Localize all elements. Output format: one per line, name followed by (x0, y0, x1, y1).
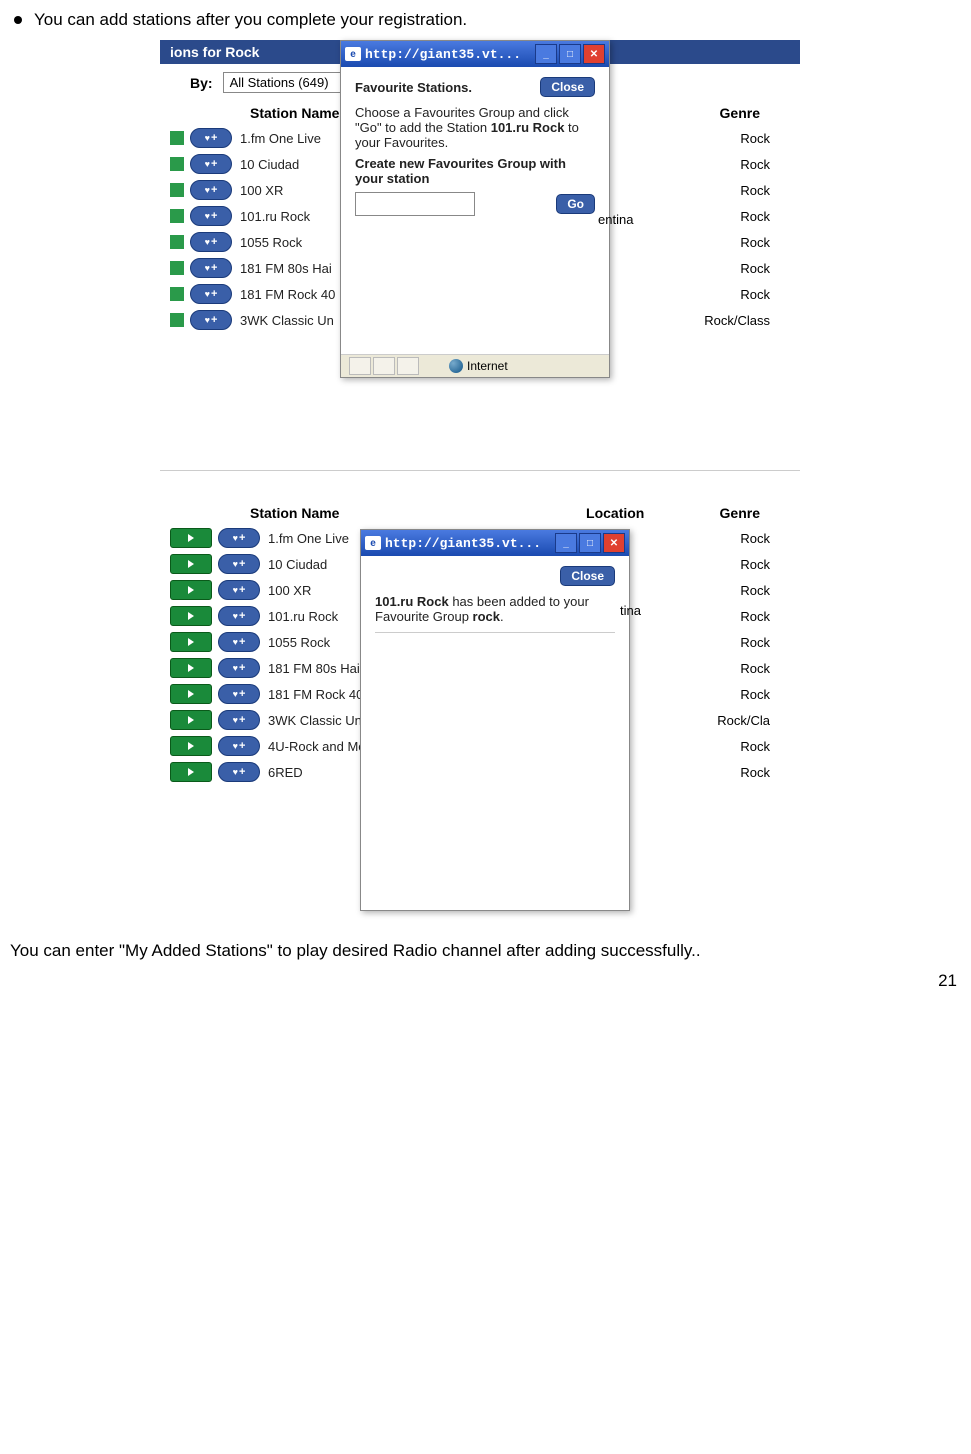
station-genre: Rock (740, 687, 770, 702)
status-indicator-icon (170, 131, 184, 145)
station-genre: Rock/Cla (717, 713, 770, 728)
favourites-popup: e http://giant35.vt... _ □ ✕ Favourite S… (340, 40, 610, 378)
play-button[interactable] (170, 554, 212, 574)
add-favourite-button[interactable] (218, 658, 260, 678)
play-button[interactable] (170, 528, 212, 548)
ie-icon: e (345, 47, 361, 61)
popup-create-group-label: Create new Favourites Group with your st… (355, 156, 595, 186)
popup-close-button[interactable]: Close (540, 77, 595, 97)
status-indicator-icon (170, 261, 184, 275)
station-genre: Rock (740, 531, 770, 546)
column-headers-2: Station Name Location Genre (160, 501, 800, 525)
station-genre: Rock (740, 609, 770, 624)
add-favourite-button[interactable] (218, 606, 260, 626)
add-favourite-button[interactable] (190, 206, 232, 226)
popup-body: Favourite Stations. Close Choose a Favou… (341, 67, 609, 354)
station-genre: Rock (740, 157, 770, 172)
page-number: 21 (938, 971, 957, 991)
popup-text-line: your Favourites. (355, 135, 595, 150)
popup-titlebar[interactable]: e http://giant35.vt... _ □ ✕ (341, 41, 609, 67)
status-indicator-icon (170, 287, 184, 301)
ie-icon: e (365, 536, 381, 550)
add-favourite-button[interactable] (190, 258, 232, 278)
status-indicator-icon (170, 157, 184, 171)
station-genre: Rock (740, 557, 770, 572)
add-favourite-button[interactable] (218, 684, 260, 704)
popup-text-line: "Go" to add the Station 101.ru Rock to (355, 120, 595, 135)
confirmation-message: 101.ru Rock has been added to your Favou… (375, 594, 615, 624)
by-label: By: (190, 75, 213, 91)
station-genre: Rock (740, 131, 770, 146)
add-favourite-button[interactable] (190, 284, 232, 304)
add-favourite-button[interactable] (190, 310, 232, 330)
add-favourite-button[interactable] (190, 154, 232, 174)
station-genre: Rock (740, 287, 770, 302)
close-window-button[interactable]: ✕ (603, 533, 625, 553)
popup-title: http://giant35.vt... (365, 47, 535, 62)
add-favourite-button[interactable] (218, 710, 260, 730)
station-genre: Rock (740, 183, 770, 198)
popup-heading: Favourite Stations. (355, 80, 472, 95)
station-genre: Rock (740, 661, 770, 676)
play-button[interactable] (170, 632, 212, 652)
group-name-input[interactable] (355, 192, 475, 216)
add-favourite-button[interactable] (190, 180, 232, 200)
add-favourite-button[interactable] (218, 762, 260, 782)
status-indicator-icon (170, 313, 184, 327)
station-genre: Rock (740, 235, 770, 250)
col-station-name: Station Name (250, 505, 511, 521)
add-favourite-button[interactable] (218, 580, 260, 600)
location-fragment: entina (598, 212, 633, 227)
station-genre: Rock (740, 261, 770, 276)
station-genre: Rock (740, 583, 770, 598)
col-genre: Genre (720, 505, 760, 521)
minimize-button[interactable]: _ (555, 533, 577, 553)
status-indicator-icon (170, 235, 184, 249)
station-genre: Rock/Class (704, 313, 770, 328)
play-button[interactable] (170, 606, 212, 626)
minimize-button[interactable]: _ (535, 44, 557, 64)
play-button[interactable] (170, 736, 212, 756)
add-favourite-button[interactable] (218, 528, 260, 548)
play-button[interactable] (170, 658, 212, 678)
popup-titlebar[interactable]: e http://giant35.vt... _ □ ✕ (361, 530, 629, 556)
station-genre: Rock (740, 765, 770, 780)
close-window-button[interactable]: ✕ (583, 44, 605, 64)
popup-statusbar: Internet (341, 354, 609, 377)
bullet-item: You can add stations after you complete … (14, 10, 961, 30)
col-genre: Genre (720, 105, 760, 121)
footer-text: You can enter "My Added Stations" to pla… (10, 941, 961, 961)
col-location: Location (511, 505, 720, 521)
add-favourite-button[interactable] (218, 554, 260, 574)
add-favourite-button[interactable] (218, 632, 260, 652)
add-favourite-button[interactable] (190, 232, 232, 252)
bullet-icon (14, 16, 22, 24)
maximize-button[interactable]: □ (579, 533, 601, 553)
add-favourite-button[interactable] (218, 736, 260, 756)
screenshot-1: ions for Rock By: All Stations (649) Sta… (160, 40, 800, 471)
internet-zone-icon (449, 359, 463, 373)
bullet-text: You can add stations after you complete … (34, 10, 467, 30)
station-genre: Rock (740, 635, 770, 650)
popup-body: Close 101.ru Rock has been added to your… (361, 556, 629, 910)
confirmation-popup: e http://giant35.vt... _ □ ✕ Close 101.r… (360, 529, 630, 911)
location-fragment: tina (620, 603, 641, 618)
popup-text-line: Choose a Favourites Group and click (355, 105, 595, 120)
add-favourite-button[interactable] (190, 128, 232, 148)
status-indicator-icon (170, 209, 184, 223)
station-genre: Rock (740, 739, 770, 754)
screenshot-2: Station Name Location Genre 1.fm One Liv… (160, 501, 800, 931)
go-button[interactable]: Go (556, 194, 595, 214)
popup-title: http://giant35.vt... (385, 536, 555, 551)
maximize-button[interactable]: □ (559, 44, 581, 64)
play-button[interactable] (170, 710, 212, 730)
popup-close-button[interactable]: Close (560, 566, 615, 586)
play-button[interactable] (170, 762, 212, 782)
play-button[interactable] (170, 580, 212, 600)
station-genre: Rock (740, 209, 770, 224)
status-text: Internet (467, 359, 508, 373)
play-button[interactable] (170, 684, 212, 704)
status-indicator-icon (170, 183, 184, 197)
